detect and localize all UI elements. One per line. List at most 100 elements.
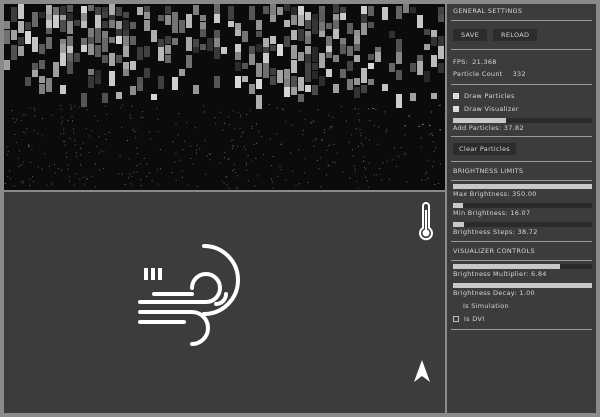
particle <box>60 108 62 110</box>
particle <box>94 115 96 117</box>
is-dvi-checkbox[interactable]: Is DVI <box>453 312 592 325</box>
visualizer-cell <box>102 93 108 103</box>
particle <box>29 185 31 186</box>
particle <box>385 131 387 133</box>
particle <box>29 107 31 109</box>
visualizer-cell <box>67 36 73 46</box>
visualizer-cell <box>305 12 311 20</box>
particle <box>124 184 126 185</box>
particle <box>224 122 226 124</box>
divider <box>451 180 592 181</box>
particle <box>145 175 147 177</box>
particle <box>133 171 135 173</box>
particle <box>352 155 354 157</box>
particle <box>118 173 120 175</box>
visualizer-cell <box>256 20 262 30</box>
visualizer-cell <box>53 62 59 77</box>
visualizer-cell <box>340 44 346 54</box>
particle <box>395 165 397 167</box>
visualizer-cell <box>102 55 108 63</box>
particle <box>246 169 248 171</box>
particle <box>73 132 75 134</box>
particle <box>432 141 434 143</box>
visualizer-cell <box>242 63 248 69</box>
particle <box>135 127 137 129</box>
particle <box>134 131 136 133</box>
add-particles-slider[interactable] <box>453 118 592 123</box>
particle <box>159 148 161 150</box>
visualizer-cell <box>333 55 339 62</box>
particle <box>331 126 333 128</box>
particle <box>280 144 282 146</box>
particle <box>37 132 39 134</box>
particle <box>324 132 326 133</box>
particle <box>357 146 359 148</box>
visualizer-cell <box>368 54 374 60</box>
particle <box>363 160 365 162</box>
visualizer-cell <box>270 36 276 44</box>
checkbox-box <box>453 105 459 112</box>
clear-particles-button[interactable]: Clear Particles <box>453 143 516 155</box>
particle <box>251 128 253 129</box>
visualizer-cell <box>32 37 38 52</box>
particle <box>351 134 353 136</box>
visualizer-cell <box>81 13 87 22</box>
particle <box>178 113 180 115</box>
particle <box>16 119 18 121</box>
visualizer-cell <box>305 76 311 82</box>
particle <box>14 122 16 123</box>
visualizer-cell <box>256 44 262 52</box>
particle <box>232 139 234 141</box>
brightness-decay-slider[interactable] <box>453 283 592 288</box>
brightness-multiplier-slider[interactable] <box>453 264 592 269</box>
particle <box>228 187 230 189</box>
divider <box>451 84 592 85</box>
particle <box>98 135 100 137</box>
particle <box>243 146 245 148</box>
particle <box>106 113 108 115</box>
visualizer-cell <box>263 63 269 78</box>
max-brightness-slider[interactable] <box>453 184 592 189</box>
visualizer-cell <box>368 79 374 85</box>
particle <box>310 121 312 123</box>
particle <box>29 178 31 180</box>
visualizer-cell <box>137 47 143 60</box>
visualizer-cell <box>46 20 52 29</box>
visualizer-cell <box>25 22 31 30</box>
particle <box>240 114 242 116</box>
particle <box>75 152 77 154</box>
particle <box>245 149 247 150</box>
visualizer-cell <box>424 29 430 35</box>
draw-visualizer-checkbox[interactable]: Draw Visualizer <box>453 102 592 115</box>
min-brightness-slider[interactable] <box>453 203 592 208</box>
particle <box>292 124 293 126</box>
particle <box>141 116 142 118</box>
visualizer-cell <box>305 63 311 77</box>
visualizer-cell <box>368 6 374 16</box>
particle <box>328 145 330 146</box>
visualizer-cell <box>32 12 38 27</box>
slider-fill <box>453 283 592 288</box>
particle <box>345 120 347 122</box>
reload-button[interactable]: RELOAD <box>493 29 538 41</box>
particle <box>7 176 9 178</box>
particle <box>256 123 257 125</box>
is-simulation-checkbox[interactable]: Is Simulation <box>453 299 592 312</box>
visualizer-cell <box>60 53 66 66</box>
save-button[interactable]: SAVE <box>453 29 488 41</box>
particle <box>157 168 158 170</box>
particle <box>22 131 24 133</box>
checkbox-box <box>453 92 459 99</box>
visualizer-cell <box>242 31 248 42</box>
draw-particles-checkbox[interactable]: Draw Particles <box>453 89 592 102</box>
particle <box>236 187 238 189</box>
visualizer-cell <box>137 7 143 15</box>
visualizer-cell <box>109 77 115 86</box>
visualizer-cell <box>312 63 318 70</box>
min-brightness-label: Min Brightness: 16.07 <box>453 209 531 217</box>
particle <box>285 179 287 181</box>
visualizer-cell <box>354 55 360 62</box>
brightness-steps-slider[interactable] <box>453 222 592 227</box>
visualizer-cell <box>39 12 45 18</box>
particle <box>391 159 393 161</box>
